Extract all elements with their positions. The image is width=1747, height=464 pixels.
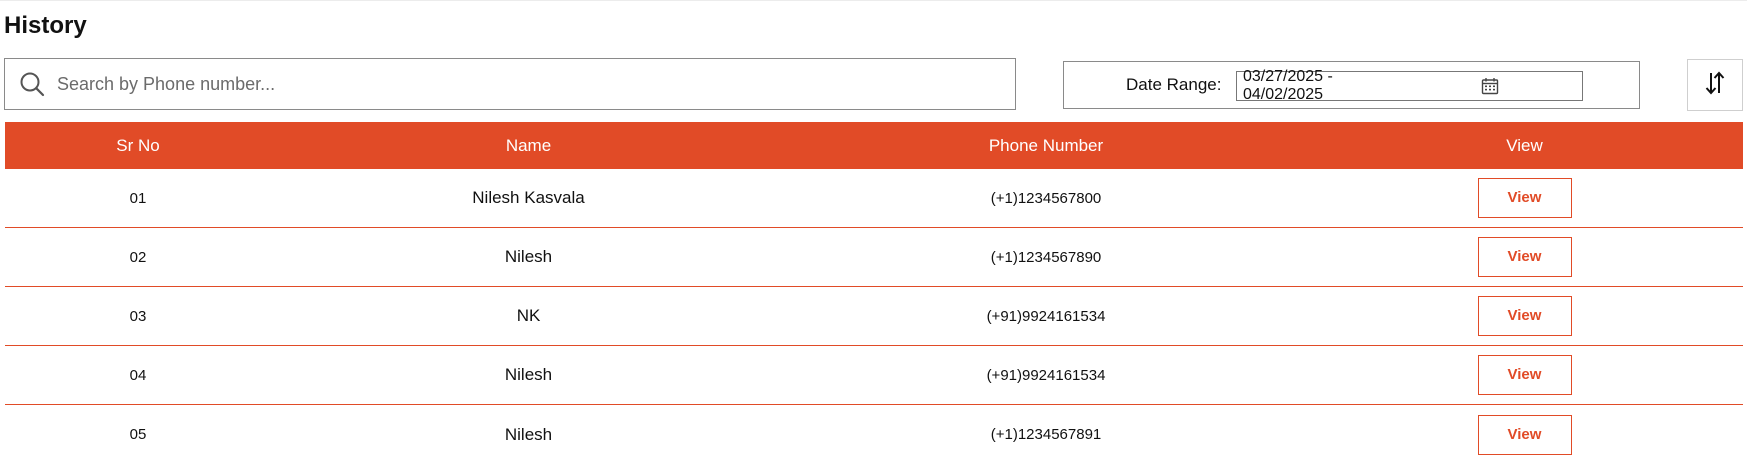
name-cell: Nilesh Kasvala <box>472 188 585 207</box>
view-button[interactable]: View <box>1477 237 1572 277</box>
name-cell: NK <box>516 306 541 325</box>
phone-cell: (+1)1234567891 <box>990 426 1102 443</box>
name-cell: Nilesh <box>504 247 553 266</box>
view-button[interactable]: View <box>1477 414 1572 455</box>
phone-cell: (+1)1234567890 <box>990 248 1102 266</box>
history-table: Sr No Name Phone Number View 01 Nilesh K… <box>5 122 1743 464</box>
name-cell: Nilesh <box>504 424 553 444</box>
sr-no-cell: 04 <box>129 366 147 384</box>
phone-cell: (+1)1234567800 <box>990 189 1102 207</box>
view-cell: View <box>1306 355 1743 395</box>
name-cell: Nilesh <box>504 365 553 384</box>
sr-no-cell: 01 <box>129 189 147 207</box>
search-icon <box>17 69 47 99</box>
table-row: 02 Nilesh (+1)1234567890 View <box>5 228 1743 287</box>
sr-no-cell: 03 <box>129 307 147 325</box>
calendar-icon[interactable] <box>1410 76 1571 96</box>
date-range-label: Date Range: <box>1126 75 1222 94</box>
sr-no-cell: 05 <box>129 426 147 443</box>
top-divider <box>0 0 1747 1</box>
date-range-value: 03/27/2025 - 04/02/2025 <box>1243 68 1333 103</box>
search-input[interactable] <box>55 72 959 96</box>
header-phone-number: Phone Number <box>988 135 1104 155</box>
header-sr-no: Sr No <box>116 135 160 155</box>
table-row: 05 Nilesh (+1)1234567891 View <box>5 405 1743 464</box>
table-header: Sr No Name Phone Number View <box>5 122 1743 169</box>
date-range-panel: Date Range: 03/27/2025 - 04/02/2025 <box>1063 61 1640 109</box>
view-button[interactable]: View <box>1477 296 1572 336</box>
table-row: 01 Nilesh Kasvala (+1)1234567800 View <box>5 169 1743 228</box>
header-view: View <box>1506 135 1543 155</box>
header-name: Name <box>505 135 552 155</box>
sr-no-cell: 02 <box>129 248 147 266</box>
search-box <box>4 58 1016 110</box>
sort-icon <box>1704 70 1726 101</box>
table-row: 03 NK (+91)9924161534 View <box>5 287 1743 346</box>
phone-cell: (+91)9924161534 <box>986 307 1106 325</box>
date-range-input[interactable]: 03/27/2025 - 04/02/2025 <box>1236 68 1583 103</box>
view-cell: View <box>1306 178 1743 218</box>
view-cell: View <box>1306 237 1743 277</box>
phone-cell: (+91)9924161534 <box>986 366 1106 384</box>
page-title: History <box>4 12 87 39</box>
view-button[interactable]: View <box>1477 355 1572 395</box>
view-cell: View <box>1306 414 1743 455</box>
view-button[interactable]: View <box>1477 178 1572 218</box>
table-row: 04 Nilesh (+91)9924161534 View <box>5 346 1743 405</box>
view-cell: View <box>1306 296 1743 336</box>
sort-button[interactable] <box>1687 59 1743 111</box>
